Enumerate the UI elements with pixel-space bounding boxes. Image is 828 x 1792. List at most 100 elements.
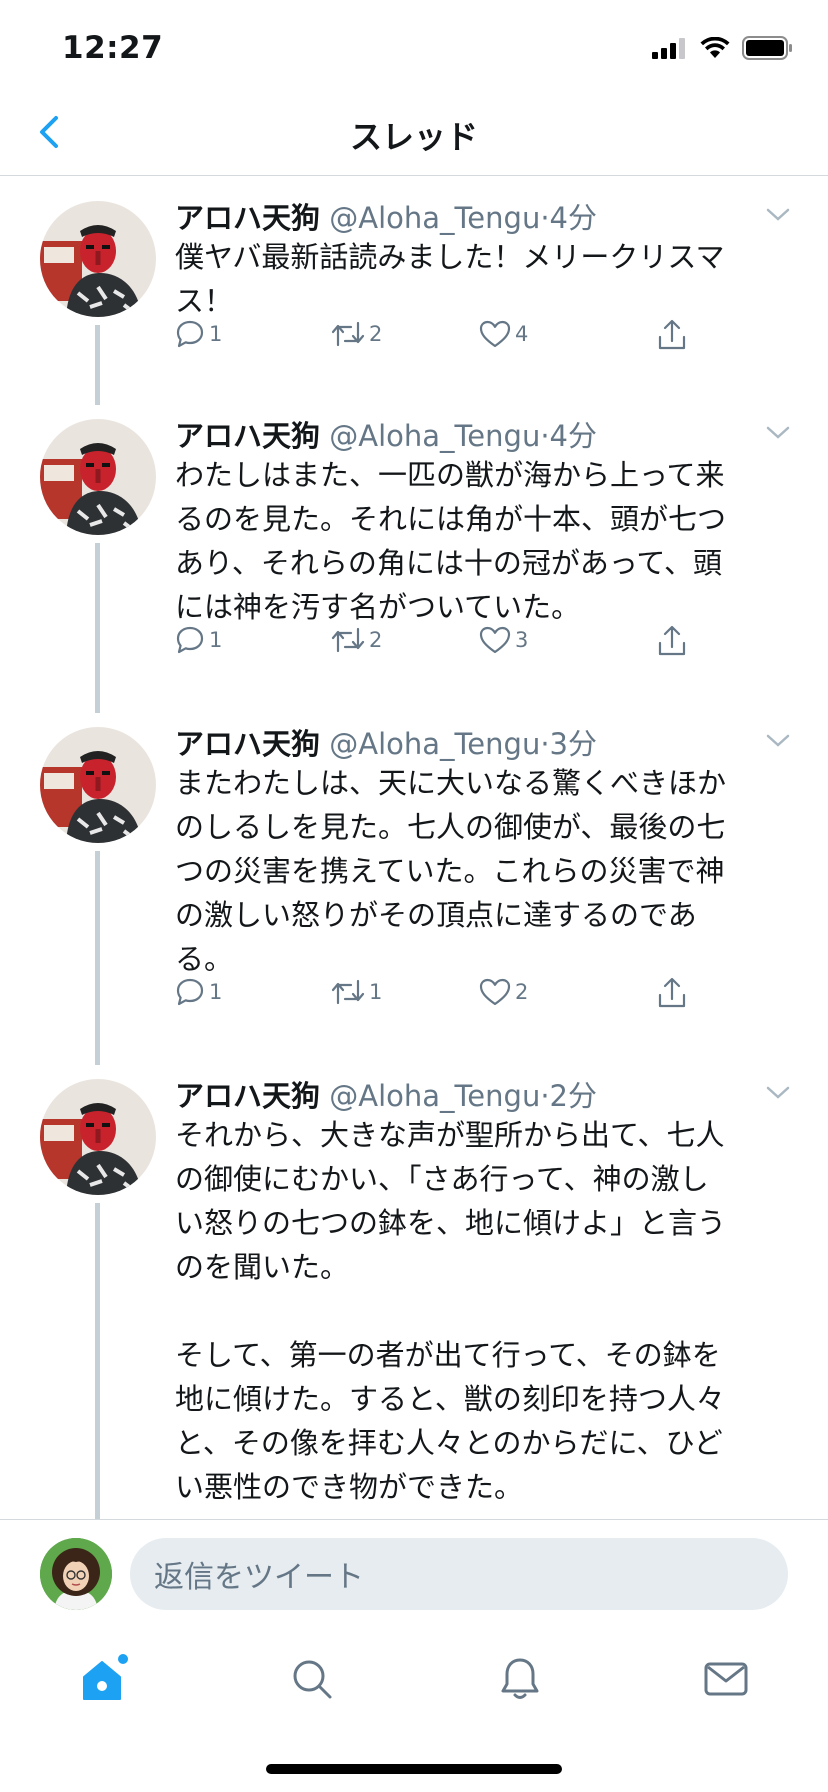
chevron-down-icon — [766, 426, 790, 439]
tweet-timestamp: 4分 — [549, 419, 597, 453]
like-count: 4 — [515, 322, 529, 346]
share-icon — [658, 977, 686, 1008]
reply-count: 1 — [209, 980, 223, 1004]
tweet[interactable]: アロハ天狗 @Aloha_Tengu·4分 わたしはまた、一匹の獣が海から上って… — [0, 395, 828, 713]
separator-dot: · — [540, 1079, 550, 1113]
thread-connector-line — [95, 325, 100, 405]
page-title: スレッド — [349, 118, 478, 156]
cellular-signal-icon — [652, 38, 685, 59]
home-icon — [83, 1654, 128, 1700]
avatar[interactable] — [40, 419, 156, 535]
reply-icon — [176, 978, 204, 1006]
tab-bar — [0, 1621, 828, 1731]
avatar[interactable] — [40, 727, 156, 843]
nav-header: スレッド — [0, 100, 828, 176]
reply-count: 1 — [209, 322, 223, 346]
chevron-down-icon — [766, 208, 790, 221]
tab-search[interactable] — [282, 1649, 342, 1709]
tweet-text: わたしはまた、一匹の獣が海から上って来 るのを見た。それには角が十本、頭が七つ … — [175, 458, 727, 624]
chevron-down-icon — [766, 734, 790, 747]
share-button[interactable] — [657, 977, 687, 1009]
tweet-menu-button[interactable] — [766, 1085, 790, 1104]
tweet[interactable]: アロハ天狗 @Aloha_Tengu·4分 僕ヤバ最新話読みました！メリークリス… — [0, 177, 828, 405]
retweet-count: 2 — [369, 628, 383, 652]
tweet-actions: 1 2 4 — [175, 319, 695, 359]
tweet-author-handle[interactable]: @Aloha_Tengu — [329, 727, 540, 761]
retweet-button[interactable]: 1 — [331, 977, 382, 1007]
share-button[interactable] — [657, 319, 687, 351]
heart-icon — [479, 320, 511, 348]
chevron-down-icon — [766, 1086, 790, 1099]
tweet[interactable]: アロハ天狗 @Aloha_Tengu·3分 またわたしは、天に大いなる驚くべきほ… — [0, 703, 828, 1065]
retweet-icon — [331, 627, 365, 653]
status-icons — [652, 36, 794, 60]
tweet-thread[interactable]: アロハ天狗 @Aloha_Tengu·4分 僕ヤバ最新話読みました！メリークリス… — [0, 177, 828, 1519]
tengu-avatar-image — [40, 201, 156, 317]
tweet-header: アロハ天狗 @Aloha_Tengu·3分 — [175, 721, 597, 763]
tweet-author-handle[interactable]: @Aloha_Tengu — [329, 201, 540, 235]
tweet-author-name[interactable]: アロハ天狗 — [175, 1079, 320, 1113]
thread-connector-line — [95, 1203, 100, 1519]
reply-count: 1 — [209, 628, 223, 652]
tweet-author-handle[interactable]: @Aloha_Tengu — [329, 1079, 540, 1113]
avatar[interactable] — [40, 1079, 156, 1195]
retweet-button[interactable]: 2 — [331, 319, 382, 349]
like-button[interactable]: 4 — [479, 319, 528, 349]
tweet-author-handle[interactable]: @Aloha_Tengu — [329, 419, 540, 453]
tweet-header: アロハ天狗 @Aloha_Tengu·4分 — [175, 195, 597, 237]
tengu-avatar-image — [40, 727, 156, 843]
tweet-text: 僕ヤバ最新話読みました！メリークリスマ ス！ — [175, 240, 725, 318]
thread-connector-line — [95, 543, 100, 713]
tweet-menu-button[interactable] — [766, 207, 790, 226]
reply-button[interactable]: 1 — [175, 977, 222, 1007]
like-button[interactable]: 2 — [479, 977, 528, 1007]
tab-messages[interactable] — [696, 1649, 756, 1709]
tweet-menu-button[interactable] — [766, 425, 790, 444]
retweet-count: 2 — [369, 322, 383, 346]
tweet-header: アロハ天狗 @Aloha_Tengu·2分 — [175, 1073, 597, 1115]
tweet-author-name[interactable]: アロハ天狗 — [175, 419, 320, 453]
search-icon — [293, 1660, 332, 1699]
thread-connector-line — [95, 851, 100, 1065]
tweet-menu-button[interactable] — [766, 733, 790, 752]
home-indicator[interactable] — [266, 1764, 562, 1774]
tweet[interactable]: アロハ天狗 @Aloha_Tengu·2分 それから、大きな声が聖所から出て、七… — [0, 1055, 828, 1519]
separator-dot: · — [540, 201, 550, 235]
reply-button[interactable]: 1 — [175, 319, 222, 349]
retweet-count: 1 — [369, 980, 383, 1004]
heart-icon — [479, 626, 511, 654]
reply-icon — [176, 626, 204, 654]
share-icon — [658, 625, 686, 656]
reply-button[interactable]: 1 — [175, 625, 222, 655]
avatar[interactable] — [40, 201, 156, 317]
tengu-avatar-image — [40, 419, 156, 535]
like-button[interactable]: 3 — [479, 625, 528, 655]
separator-dot: · — [540, 419, 550, 453]
status-time: 12:27 — [62, 30, 164, 66]
tweet-timestamp: 2分 — [549, 1079, 597, 1113]
my-avatar[interactable] — [40, 1538, 112, 1610]
tweet-actions: 1 1 2 — [175, 977, 695, 1017]
tweet-timestamp: 4分 — [549, 201, 597, 235]
reply-icon — [176, 320, 204, 348]
tab-notifications[interactable] — [490, 1649, 550, 1709]
messages-icon — [704, 1662, 748, 1696]
tweet-author-name[interactable]: アロハ天狗 — [175, 727, 320, 761]
tweet-text: またわたしは、天に大いなる驚くべきほか のしるしを見た。七人の御使が、最後の七 … — [175, 766, 727, 976]
tweet-actions: 1 2 3 — [175, 625, 695, 665]
reply-input[interactable]: 返信をツイート — [130, 1538, 788, 1610]
share-button[interactable] — [657, 625, 687, 657]
share-icon — [658, 319, 686, 350]
tweet-author-name[interactable]: アロハ天狗 — [175, 201, 320, 235]
tweet-header: アロハ天狗 @Aloha_Tengu·4分 — [175, 413, 597, 455]
tab-home[interactable] — [74, 1649, 134, 1709]
user-avatar-image — [40, 1538, 112, 1610]
heart-icon — [479, 978, 511, 1006]
battery-icon — [742, 36, 792, 60]
like-count: 3 — [515, 628, 529, 652]
retweet-icon — [331, 979, 365, 1005]
status-bar: 12:27 — [0, 0, 828, 100]
retweet-button[interactable]: 2 — [331, 625, 382, 655]
notifications-icon — [501, 1658, 539, 1699]
tengu-avatar-image — [40, 1079, 156, 1195]
